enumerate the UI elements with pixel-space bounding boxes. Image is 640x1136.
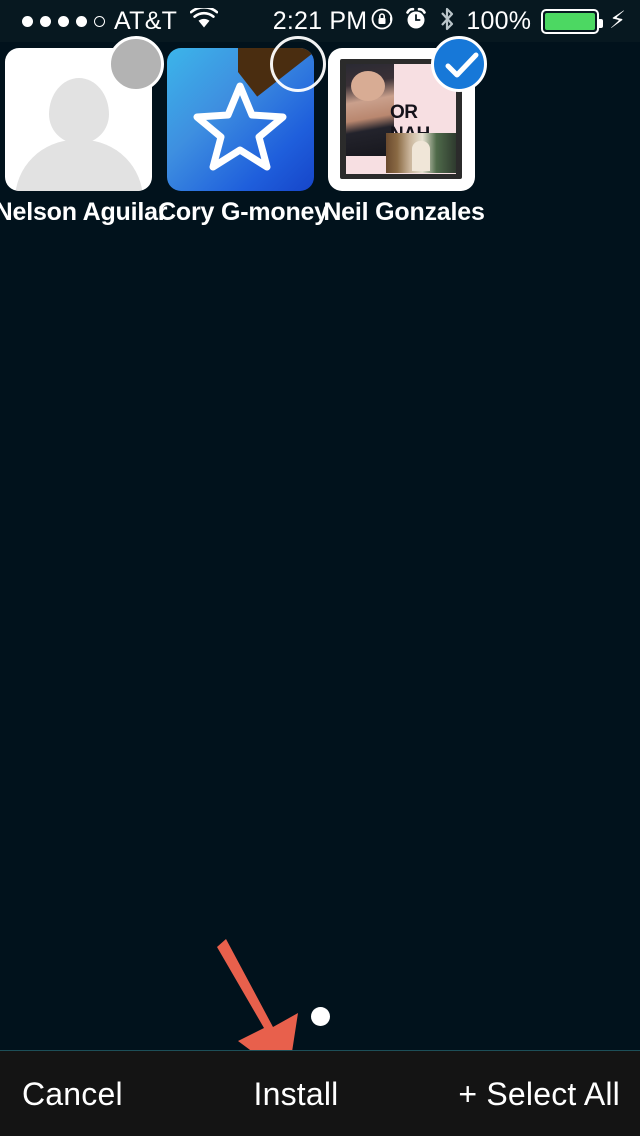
contact-thumbnail-strip: Nelson Aguilar Cory G-money OR Neil Gonz… <box>0 36 640 232</box>
lightning-bolt-icon: ⚡︎ <box>609 7 626 34</box>
app-screen: AT&T 2:21 PM 100% ⚡︎ Nelson Aguilar Cory… <box>0 0 640 1136</box>
contact-name-label: Cory G-money <box>158 198 328 226</box>
person-silhouette-icon <box>48 78 109 144</box>
contact-thumbnail-nelson-aguilar[interactable]: Nelson Aguilar <box>0 36 168 226</box>
select-all-button[interactable]: + Select All <box>392 1051 640 1136</box>
meme-photo-strip <box>386 133 456 173</box>
thumbnail-card[interactable] <box>5 36 164 191</box>
person-silhouette-body <box>14 140 143 191</box>
thumbnail-card[interactable]: OR NAH <box>328 36 487 191</box>
bottom-toolbar: Cancel Install + Select All <box>0 1050 640 1136</box>
clock-label: 2:21 PM <box>272 6 368 35</box>
rotation-lock-icon <box>370 7 394 36</box>
contact-name-label: Nelson Aguilar <box>0 198 168 226</box>
thumbnail-card[interactable] <box>167 36 326 191</box>
status-bar-right: 100% ⚡︎ <box>370 0 626 42</box>
alarm-clock-icon <box>404 7 428 36</box>
bluetooth-icon <box>438 6 456 37</box>
main-content-area <box>0 232 640 1050</box>
selection-badge-unselected[interactable] <box>108 36 164 92</box>
selection-badge-selected[interactable] <box>431 36 487 92</box>
selection-badge-unselected[interactable] <box>270 36 326 92</box>
battery-percent-label: 100% <box>466 6 532 35</box>
contact-thumbnail-neil-gonzales[interactable]: OR NAH Neil Gonzales <box>323 36 487 226</box>
battery-icon <box>541 8 604 34</box>
cancel-button[interactable]: Cancel <box>0 1051 200 1136</box>
status-bar: AT&T 2:21 PM 100% ⚡︎ <box>0 0 640 42</box>
contact-name-label: Neil Gonzales <box>323 198 485 226</box>
battery-fill <box>545 12 596 30</box>
install-button[interactable]: Install <box>200 1051 392 1136</box>
contact-thumbnail-cory-g-money[interactable]: Cory G-money <box>158 36 328 226</box>
